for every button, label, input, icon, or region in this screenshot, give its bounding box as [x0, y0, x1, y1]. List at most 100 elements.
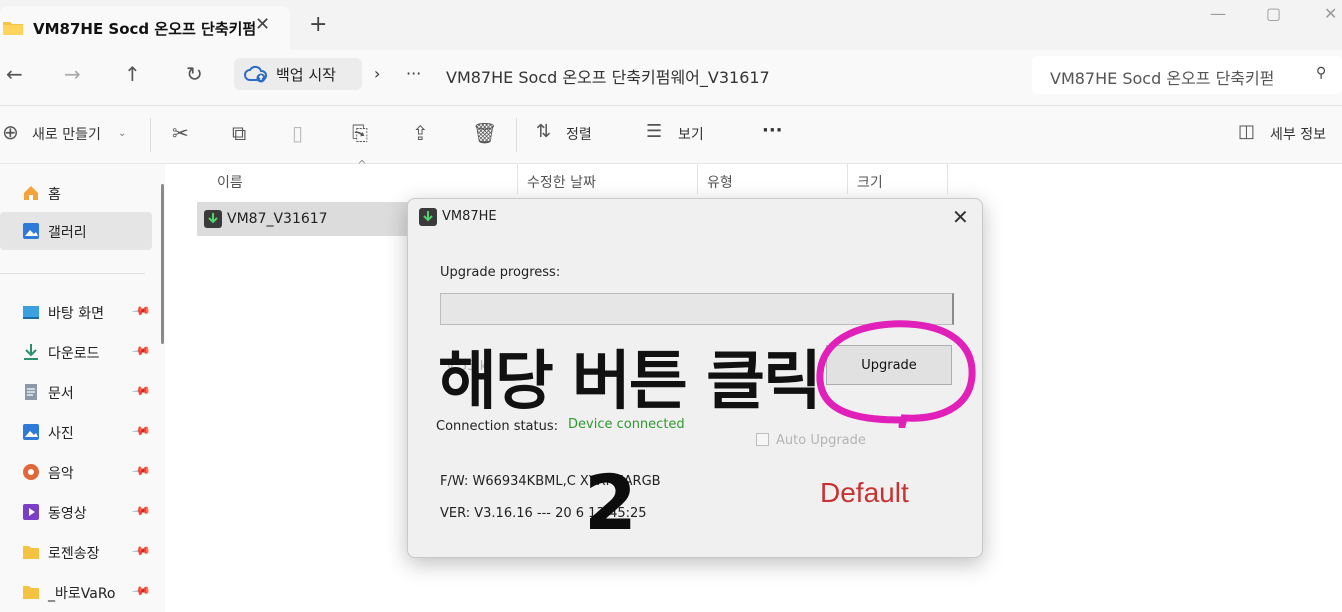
sidebar-divider	[0, 273, 145, 274]
sidebar-item-label: 문서	[48, 386, 74, 402]
minimize-button[interactable]: —	[1210, 4, 1226, 23]
sidebar-item-label: 홈	[48, 187, 61, 203]
view-button[interactable]: 보기	[678, 124, 704, 144]
close-window-button[interactable]: ✕	[1324, 4, 1337, 23]
breadcrumb-overflow[interactable]: ···	[406, 64, 421, 83]
sidebar-item-music[interactable]: 음악 📌	[0, 453, 152, 491]
sidebar-scrollbar[interactable]	[161, 184, 164, 344]
tab-title: VM87HE Socd 온오프 단축키펌	[33, 20, 257, 38]
search-icon: ⚲	[1316, 65, 1327, 81]
navigation-pane: 홈 갤러리 바탕 화면 📌 다운로드 📌 문서 📌 사진 📌 음악 📌 동영상 …	[0, 164, 165, 612]
sidebar-item-label: 로젠송장	[48, 546, 100, 562]
breadcrumb-path[interactable]: VM87HE Socd 온오프 단축키펌웨어_V31617	[446, 64, 770, 88]
sidebar-item-desktop[interactable]: 바탕 화면 📌	[0, 293, 152, 331]
pin-icon: 📌	[131, 420, 152, 442]
maximize-button[interactable]: ▢	[1266, 4, 1281, 23]
sidebar-item-folder-varo[interactable]: _바로VaRo 📌	[0, 573, 152, 611]
annotation-circle	[816, 320, 976, 428]
dialog-title: VM87HE	[442, 209, 497, 224]
gallery-icon	[23, 223, 39, 239]
new-tab-button[interactable]: +	[309, 12, 327, 37]
forward-arrow-icon[interactable]: →	[64, 62, 81, 86]
column-header-modified[interactable]: 수정한 날짜	[527, 172, 596, 192]
tab-close-icon[interactable]: ✕	[255, 14, 270, 35]
column-divider[interactable]	[517, 164, 518, 194]
close-icon[interactable]: ✕	[952, 205, 969, 229]
column-header-size[interactable]: 크기	[857, 172, 883, 192]
pin-icon: 📌	[131, 340, 152, 362]
sidebar-item-label: 다운로드	[48, 346, 100, 362]
share-icon[interactable]: ⇪	[412, 121, 429, 145]
pin-icon: 📌	[131, 500, 152, 522]
toolbar-divider	[516, 118, 517, 152]
sidebar-item-downloads[interactable]: 다운로드 📌	[0, 333, 152, 371]
column-divider[interactable]	[947, 164, 948, 194]
sidebar-item-label: _바로VaRo	[48, 586, 116, 602]
sidebar-item-label: 음악	[48, 466, 74, 482]
sidebar-item-videos[interactable]: 동영상 📌	[0, 493, 152, 531]
search-placeholder: VM87HE Socd 온오프 단축키펃	[1050, 69, 1275, 88]
chevron-down-icon: ⌄	[118, 128, 127, 139]
backup-start-button[interactable]: 백업 시작	[234, 58, 362, 90]
sidebar-item-pictures[interactable]: 사진 📌	[0, 413, 152, 451]
upgrade-progress-label: Upgrade progress:	[440, 265, 561, 280]
backup-start-label: 백업 시작	[276, 66, 336, 84]
title-bar: VM87HE Socd 온오프 단축키펌 ✕ + — ▢ ✕	[0, 0, 1342, 50]
breadcrumb-chevron-icon: ›	[374, 64, 381, 83]
document-icon	[25, 384, 37, 400]
view-icon: ☰	[646, 121, 663, 142]
video-icon	[23, 504, 39, 520]
default-label: Default	[820, 477, 909, 508]
pin-icon: 📌	[131, 300, 152, 322]
auto-upgrade-checkbox[interactable]	[756, 433, 769, 446]
app-download-icon	[204, 210, 222, 228]
sidebar-item-label: 사진	[48, 426, 74, 442]
column-header-name[interactable]: 이름	[217, 172, 243, 192]
plus-circle-icon: ⊕	[2, 120, 19, 144]
up-arrow-icon[interactable]: ↑	[124, 62, 141, 86]
sidebar-item-gallery[interactable]: 갤러리	[0, 212, 152, 250]
annotation-instruction: 해당 버튼 클릭	[438, 345, 822, 419]
address-bar-row: ← → ↑ ↻ 백업 시작 › ··· VM87HE Socd 온오프 단축키펌…	[0, 50, 1342, 106]
folder-icon	[3, 22, 23, 35]
command-bar: ⊕ 새로 만들기 ⌄ ✂ ⧉ ▯ ⎘ ⇪ 🗑 ⇅ 정렬 ☰ 보기 ··· ◫ 세…	[0, 106, 1342, 164]
new-menu-button[interactable]: 새로 만들기	[32, 124, 101, 144]
sort-button[interactable]: 정렬	[566, 124, 592, 144]
toolbar-divider	[150, 118, 151, 152]
app-download-icon	[419, 208, 437, 226]
sort-caret-icon: ^	[357, 158, 368, 172]
column-divider[interactable]	[847, 164, 848, 194]
sidebar-item-folder-rozen[interactable]: 로젠송장 📌	[0, 533, 152, 571]
paste-icon[interactable]: ▯	[292, 121, 303, 145]
pin-icon: 📌	[131, 380, 152, 402]
sidebar-item-label: 갤러리	[48, 225, 87, 241]
more-options-button[interactable]: ···	[762, 120, 783, 141]
refresh-icon[interactable]: ↻	[186, 62, 203, 86]
back-arrow-icon[interactable]: ←	[6, 62, 23, 86]
delete-icon[interactable]: 🗑	[472, 121, 497, 145]
desktop-icon	[23, 306, 39, 319]
cloud-icon	[244, 65, 268, 83]
rename-icon[interactable]: ⎘	[352, 121, 368, 145]
music-icon	[23, 464, 39, 480]
folder-icon	[23, 586, 39, 599]
details-button[interactable]: 세부 정보	[1270, 124, 1326, 144]
sort-icon: ⇅	[536, 121, 552, 142]
cut-icon[interactable]: ✂	[172, 121, 189, 145]
sidebar-item-documents[interactable]: 문서 📌	[0, 373, 152, 411]
table-row[interactable]: VM87_V31617	[197, 202, 409, 236]
pin-icon: 📌	[131, 580, 152, 602]
explorer-tab[interactable]: VM87HE Socd 온오프 단축키펌 ✕	[0, 6, 290, 50]
address-bar[interactable]: 백업 시작 › ··· VM87HE Socd 온오프 단축키펌웨어_V3161…	[234, 56, 1020, 94]
pin-icon: 📌	[131, 540, 152, 562]
search-input[interactable]: VM87HE Socd 온오프 단축키펃 ⚲	[1032, 56, 1342, 94]
auto-upgrade-label: Auto Upgrade	[776, 433, 866, 448]
column-divider[interactable]	[697, 164, 698, 194]
copy-icon[interactable]: ⧉	[232, 121, 246, 145]
column-header-type[interactable]: 유형	[707, 172, 733, 192]
download-icon	[24, 344, 38, 360]
annotation-step-number: 2	[584, 458, 637, 547]
sidebar-item-home[interactable]: 홈	[0, 174, 152, 212]
sidebar-item-label: 바탕 화면	[48, 306, 104, 322]
pictures-icon	[23, 424, 39, 440]
